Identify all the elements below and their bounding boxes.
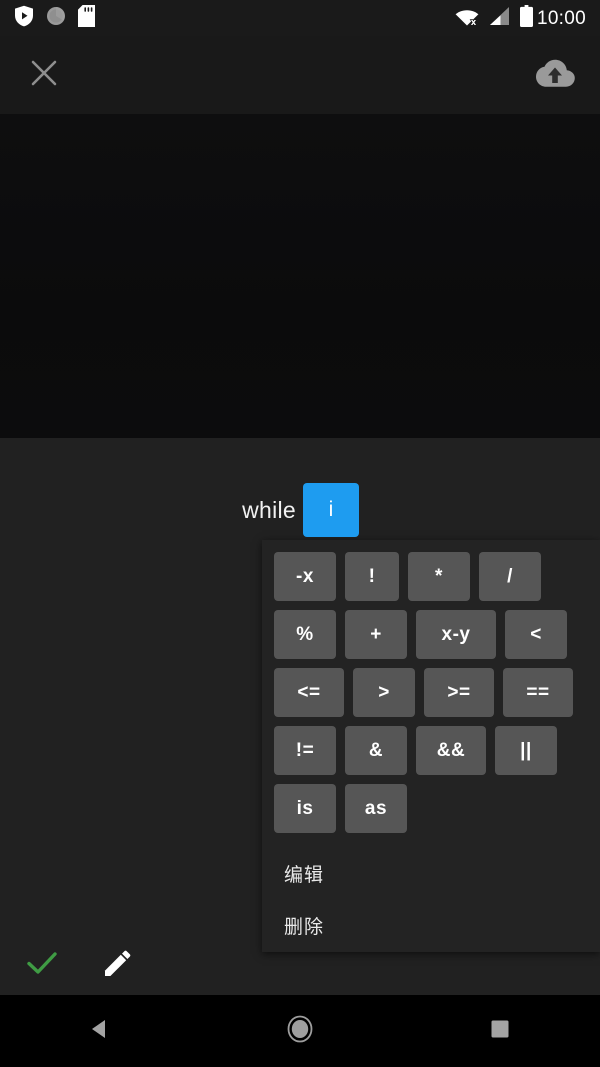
close-icon: [29, 58, 59, 93]
nav-recents-button[interactable]: [400, 995, 600, 1067]
editor-action-bar: [0, 936, 262, 995]
status-bar: xx 10:00: [0, 0, 600, 36]
operator-button[interactable]: ==: [503, 668, 573, 717]
code-canvas[interactable]: main() number i = 0: [0, 114, 600, 438]
app-toolbar: [0, 36, 600, 114]
operator-button[interactable]: ||: [495, 726, 557, 775]
operator-button[interactable]: is: [274, 784, 336, 833]
close-button[interactable]: [22, 53, 66, 97]
operator-button[interactable]: +: [345, 610, 407, 659]
operator-button[interactable]: -x: [274, 552, 336, 601]
operator-button[interactable]: /: [479, 552, 541, 601]
operator-button[interactable]: &: [345, 726, 407, 775]
operator-button[interactable]: <=: [274, 668, 344, 717]
operator-button[interactable]: !: [345, 552, 399, 601]
operator-button[interactable]: *: [408, 552, 470, 601]
check-icon: [26, 949, 58, 982]
play-protect-icon: [14, 5, 34, 32]
android-nav-bar: [0, 995, 600, 1067]
nav-back-button[interactable]: [0, 995, 200, 1067]
nav-home-button[interactable]: [200, 995, 400, 1067]
expression-keyword: while: [242, 496, 296, 523]
wifi-off-icon: xx: [455, 6, 479, 31]
status-bar-left-icons: [14, 4, 95, 32]
status-bar-right-icons: xx: [455, 4, 533, 32]
operator-row: != & && ||: [274, 726, 600, 775]
triangle-back-icon: [87, 1016, 113, 1047]
menu-item-edit[interactable]: 编辑: [262, 847, 600, 899]
expression-row: while ( i ): [0, 483, 600, 537]
circle-home-icon: [285, 1014, 315, 1049]
operator-button[interactable]: >=: [424, 668, 494, 717]
operator-button[interactable]: >: [353, 668, 415, 717]
pencil-icon: [103, 948, 133, 983]
operator-button[interactable]: !=: [274, 726, 336, 775]
cloud-upload-icon: [535, 57, 575, 94]
operator-button[interactable]: &&: [416, 726, 486, 775]
operator-row: % + x-y <: [274, 610, 600, 659]
status-bar-clock: 10:00: [536, 7, 586, 29]
operator-row: -x! * /: [274, 552, 600, 601]
operator-grid: -x! * /% + x-y < <= > >= == != & && || is as: [262, 548, 600, 833]
sd-card-icon: [78, 4, 95, 32]
operator-row: is as: [274, 784, 600, 833]
operator-button[interactable]: x-y: [416, 610, 496, 659]
app-screen: xx 10:00 while i -x ! * / % + x-y < <= >…: [0, 0, 600, 1067]
operator-button[interactable]: <: [505, 610, 567, 659]
battery-full-icon: [519, 4, 533, 32]
confirm-button[interactable]: [22, 946, 62, 986]
menu-item-delete[interactable]: 删除: [262, 899, 600, 951]
edit-button[interactable]: [98, 946, 138, 986]
operator-button[interactable]: %: [274, 610, 336, 659]
svg-text:x: x: [471, 17, 476, 26]
operator-button[interactable]: as: [345, 784, 407, 833]
expression-selected-token[interactable]: i: [302, 483, 359, 537]
upload-button[interactable]: [532, 52, 578, 98]
square-recents-icon: [489, 1018, 511, 1045]
sync-circle-icon: [46, 6, 66, 31]
operator-row: <= > >= ==: [274, 668, 600, 717]
cellular-signal-icon: [489, 6, 510, 31]
operator-popup-menu: -x! * /% + x-y < <= > >= == != & && || is as 编辑 删除: [262, 540, 600, 952]
